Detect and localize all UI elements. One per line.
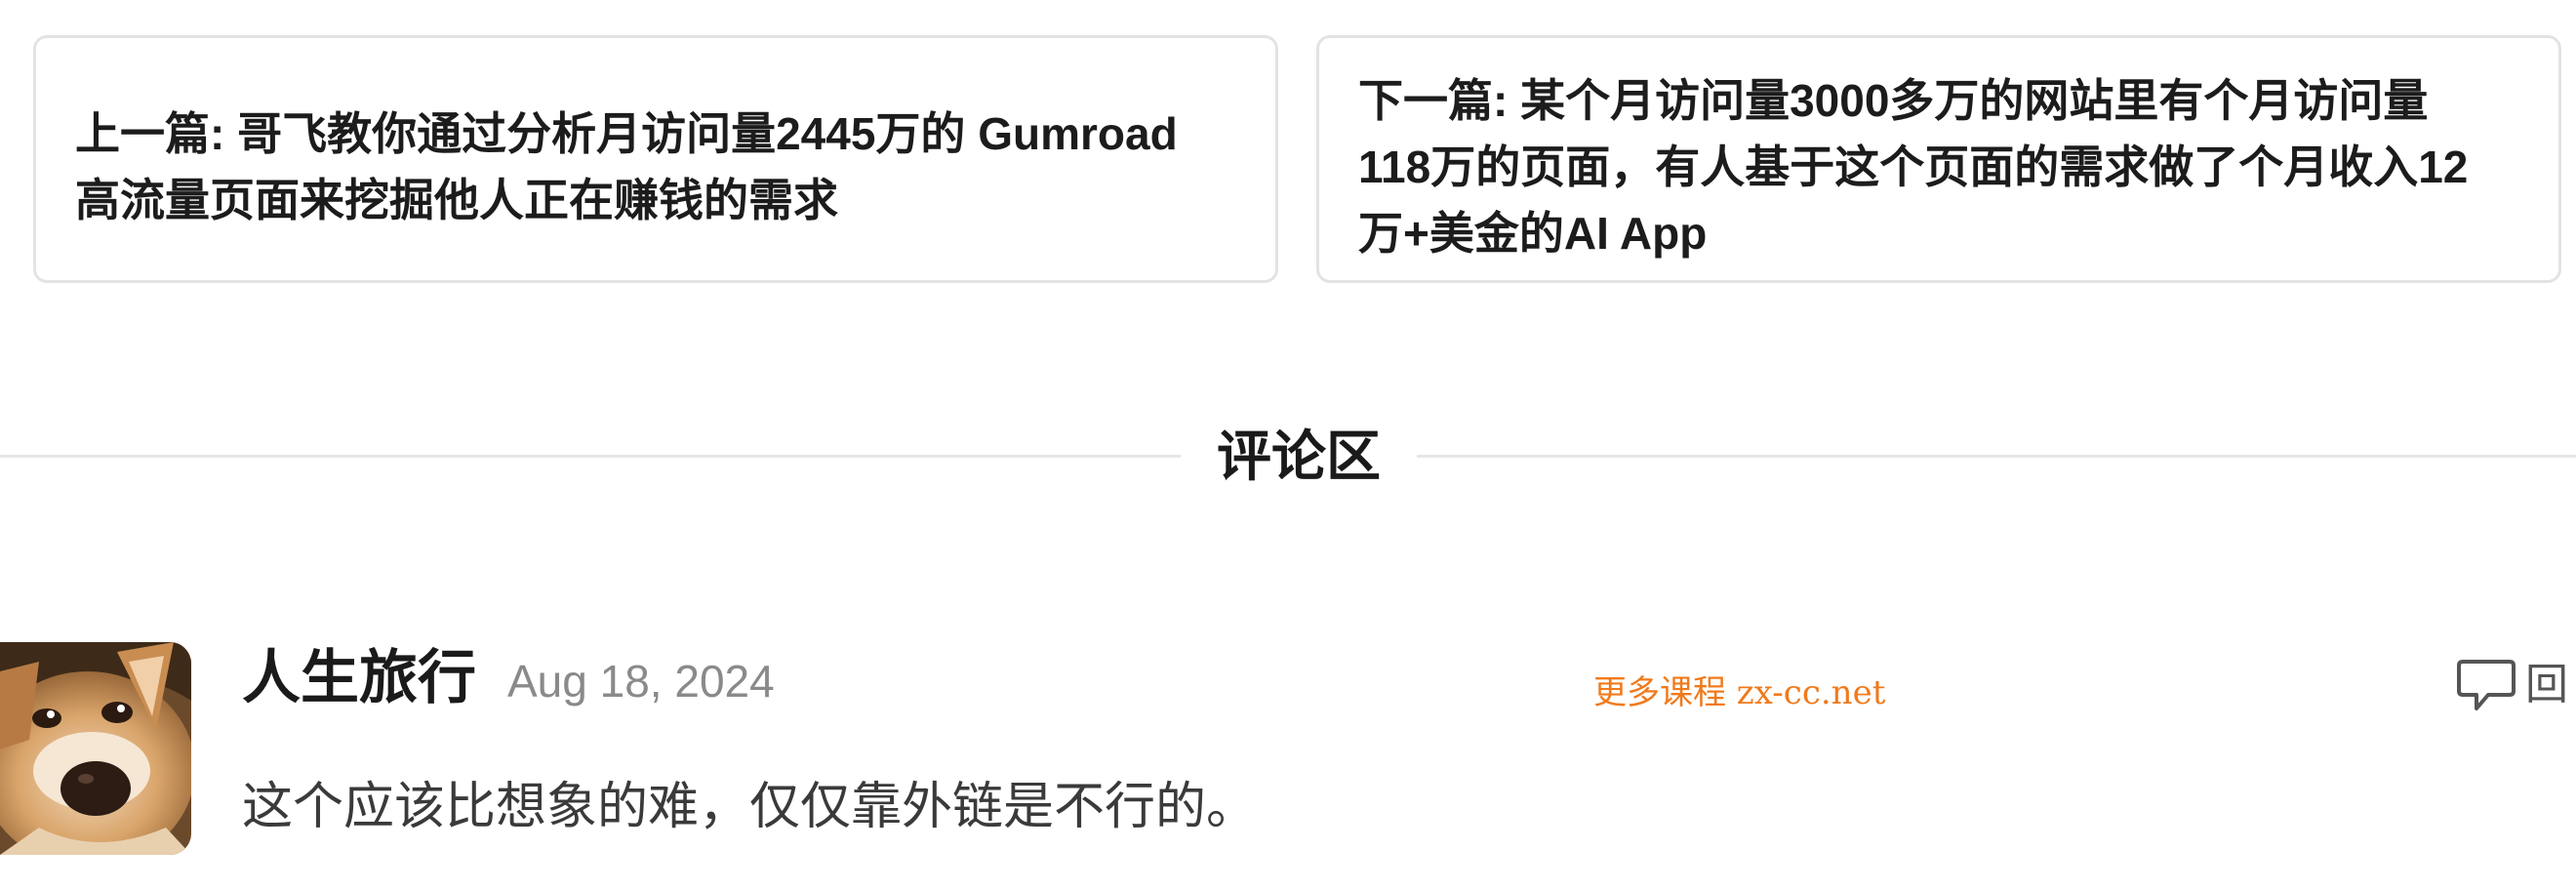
next-article-title-line3: 万+美金的AI App [1358, 208, 1708, 259]
section-divider-left [0, 455, 1181, 458]
dog-avatar-icon [0, 642, 191, 855]
comment-date: Aug 18, 2024 [507, 656, 775, 707]
prev-article-link[interactable]: 上一篇: 哥飞教你通过分析月访问量2445万的 Gumroad 高流量页面来挖掘… [33, 35, 1278, 283]
section-divider-right [1417, 455, 2576, 458]
reply-label: 回 [2525, 661, 2568, 708]
comments-section-title: 评论区 [1217, 425, 1381, 487]
avatar[interactable] [0, 642, 191, 855]
next-article-link[interactable]: 下一篇: 某个月访问量3000多万的网站里有个月访问量 118万的页面，有人基于… [1316, 35, 2561, 283]
next-article-title-line1: 下一篇: 某个月访问量3000多万的网站里有个月访问量 [1358, 75, 2429, 126]
next-article-title-line2: 118万的页面，有人基于这个页面的需求做了个月收入12 [1358, 142, 2469, 192]
comment-bubble-icon [2457, 660, 2516, 710]
prev-article-title-line1: 上一篇: 哥飞教你通过分析月访问量2445万的 Gumroad [75, 108, 1178, 159]
reply-button[interactable]: 回 [2455, 656, 2568, 714]
watermark-text: 更多课程 zx-cc.net [1593, 673, 1886, 712]
comment-text: 这个应该比想象的难，仅仅靠外链是不行的。 [242, 779, 1258, 835]
comment-author[interactable]: 人生旅行 [242, 644, 476, 712]
prev-article-title-line2: 高流量页面来挖掘他人正在赚钱的需求 [75, 175, 838, 225]
